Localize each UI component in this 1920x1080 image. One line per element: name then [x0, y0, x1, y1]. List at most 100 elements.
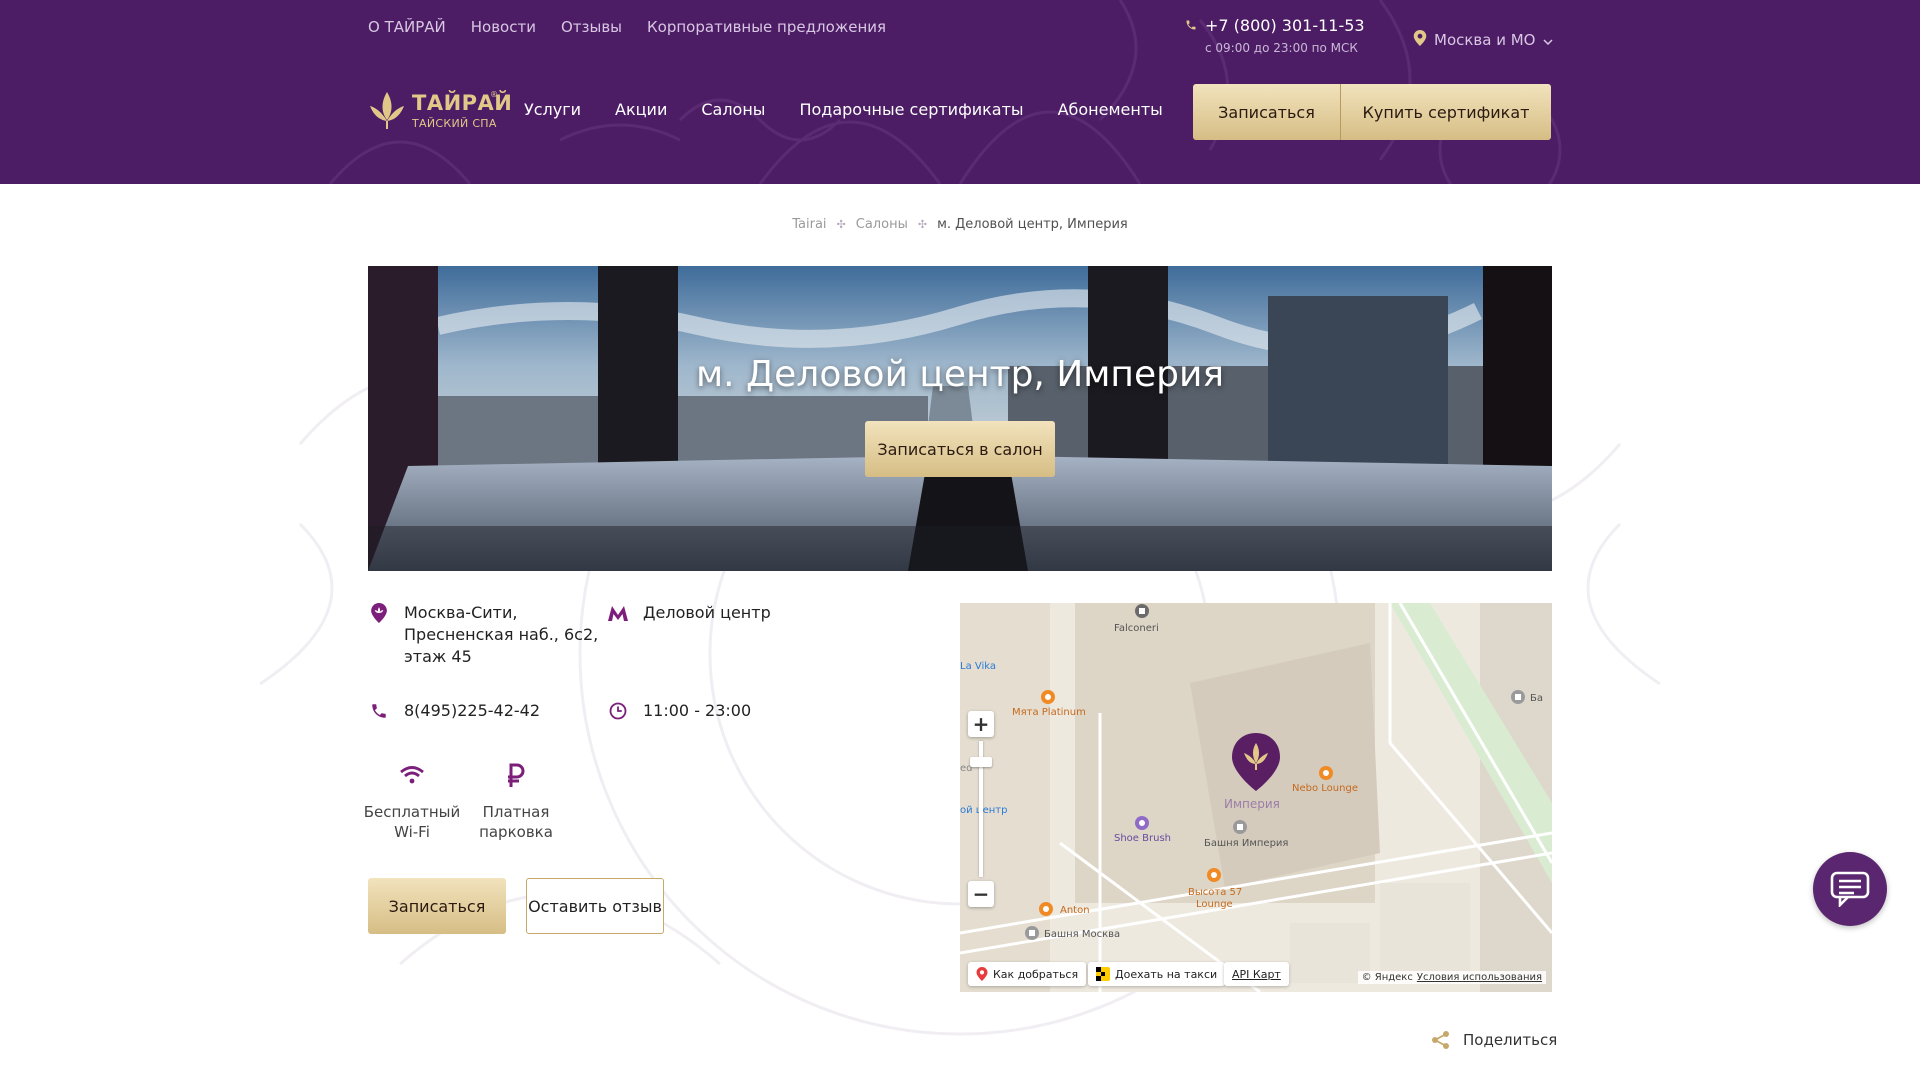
address-line-3: этаж 45: [404, 647, 472, 666]
lotus-separator-icon: ✣: [917, 218, 928, 231]
address-line-1: Москва-Сити,: [404, 603, 518, 622]
metro-icon: [607, 602, 629, 624]
map-zoom-out-button[interactable]: −: [968, 881, 994, 907]
feature-parking-line-2: парковка: [479, 823, 553, 841]
ruble-icon: [466, 762, 566, 788]
salon-metro: Деловой центр: [607, 602, 771, 624]
main-nav-salons[interactable]: Салоны: [701, 100, 765, 119]
main-nav-subscriptions[interactable]: Абонементы: [1058, 100, 1163, 119]
location-pin-icon: [1413, 30, 1427, 50]
map-label-lavika: La Vika: [960, 661, 997, 672]
map-zoom-handle[interactable]: [970, 757, 992, 767]
salon-phone-link[interactable]: 8(495)225-42-42: [404, 700, 540, 722]
book-salon-button[interactable]: Записаться в салон: [865, 421, 1055, 477]
map-label-vysota57: Высота 57: [1188, 887, 1243, 898]
region-label: Москва и МО: [1434, 31, 1536, 49]
site-logo[interactable]: ТАЙРАЙ ТАЙСКИЙ СПА ®: [368, 88, 512, 134]
metro-station: Деловой центр: [643, 603, 771, 622]
feature-wifi: Бесплатный Wi-Fi: [360, 762, 464, 842]
main-nav-services[interactable]: Услуги: [524, 100, 581, 119]
main-nav-promos[interactable]: Акции: [615, 100, 667, 119]
header-ornament: [328, 0, 1562, 184]
feature-wifi-line-1: Бесплатный: [363, 803, 461, 821]
map-label-lounge: Lounge: [1196, 899, 1233, 910]
logo-subtitle: ТАЙСКИЙ СПА: [412, 117, 497, 130]
region-selector[interactable]: Москва и МО: [1413, 30, 1553, 50]
feature-parking: Платная парковка: [466, 762, 566, 842]
taxi-icon: [1096, 967, 1110, 981]
salon-hero: м. Деловой центр, Империя Записаться в с…: [368, 266, 1552, 571]
header-book-button[interactable]: Записаться: [1193, 84, 1341, 140]
hero-title: м. Деловой центр, Империя: [695, 354, 1224, 395]
chevron-down-icon: [1542, 31, 1553, 49]
share-label: Поделиться: [1463, 1031, 1558, 1049]
book-button[interactable]: Записаться: [368, 878, 506, 934]
header-phone-block: +7 (800) 301-11-53 с 09:00 до 23:00 по М…: [1185, 16, 1365, 55]
map-copyright-text: © Яндекс: [1361, 972, 1413, 983]
poi-restaurant-icon: [1207, 868, 1221, 882]
header-phone-link[interactable]: +7 (800) 301-11-53: [1205, 16, 1365, 35]
top-nav-about[interactable]: О ТАЙРАЙ: [368, 18, 446, 36]
phone-icon: [1185, 16, 1197, 35]
buy-certificate-button[interactable]: Купить сертификат: [1341, 84, 1551, 140]
yandex-map[interactable]: Falconeri La Vika Мята Platinum Империя …: [960, 603, 1552, 992]
map-label-shoebrush: Shoe Brush: [1114, 833, 1171, 844]
map-zoom-in-button[interactable]: +: [968, 711, 994, 737]
map-label-falconeri: Falconeri: [1114, 623, 1159, 634]
lotus-separator-icon: ✣: [836, 218, 846, 231]
main-nav: Услуги Акции Салоны Подарочные сертифика…: [524, 100, 1163, 119]
map-zoom-control: + −: [968, 711, 994, 907]
map-label-ba: Ба: [1530, 693, 1543, 704]
map-label-tower-moskva: Башня Москва: [1044, 929, 1121, 940]
map-label-nebo: Nebo Lounge: [1292, 783, 1358, 794]
map-taxi-label: Доехать на такси: [1115, 967, 1218, 981]
map-route-label: Как добраться: [993, 967, 1079, 981]
poi-building-icon: [1025, 926, 1039, 940]
map-label-tower-imperia: Башня Империя: [1204, 838, 1289, 849]
leave-review-button[interactable]: Оставить отзыв: [526, 878, 664, 934]
breadcrumb: Tairai ✣ Салоны ✣ м. Деловой центр, Импе…: [0, 217, 1920, 232]
address-line-2: Пресненская наб., 6с2,: [404, 625, 599, 644]
top-nav-corporate[interactable]: Корпоративные предложения: [647, 18, 886, 36]
top-nav-news[interactable]: Новости: [471, 18, 536, 36]
map-taxi-button[interactable]: Доехать на такси: [1088, 962, 1226, 986]
poi-shop-icon: [1135, 816, 1149, 830]
breadcrumb-home[interactable]: Tairai: [792, 217, 826, 232]
main-nav-gift-certificates[interactable]: Подарочные сертификаты: [799, 100, 1023, 119]
map-route-button[interactable]: Как добраться: [968, 962, 1087, 986]
phone-hours: с 09:00 до 23:00 по МСК: [1205, 41, 1358, 55]
chat-icon: [1830, 871, 1870, 907]
salon-map-pin-icon[interactable]: [1230, 731, 1282, 793]
site-header: О ТАЙРАЙ Новости Отзывы Корпоративные пр…: [0, 0, 1920, 184]
clock-icon: [607, 700, 629, 722]
phone-icon: [368, 700, 390, 722]
top-nav-reviews[interactable]: Отзывы: [561, 18, 622, 36]
poi-restaurant-icon: [1039, 902, 1053, 916]
poi-building-icon: [1511, 690, 1525, 704]
feature-parking-line-1: Платная: [482, 803, 550, 821]
salon-address: Москва-Сити, Пресненская наб., 6с2, этаж…: [368, 602, 598, 668]
map-label-myata: Мята Platinum: [1012, 707, 1086, 718]
map-label-imperia: Империя: [1224, 797, 1280, 811]
lotus-logo-icon: [368, 88, 406, 134]
logo-registered-mark: ®: [490, 90, 498, 99]
map-copyright: © Яндекс Условия использования: [1357, 971, 1546, 984]
salon-phone: 8(495)225-42-42: [368, 700, 540, 722]
map-terms-link[interactable]: Условия использования: [1417, 972, 1542, 983]
share-icon: [1432, 1031, 1449, 1049]
header-buttons: Записаться Купить сертификат: [1193, 84, 1551, 140]
route-pin-icon: [976, 967, 988, 981]
chat-widget-button[interactable]: [1813, 852, 1887, 926]
breadcrumb-current: м. Деловой центр, Империя: [937, 217, 1128, 232]
share-button[interactable]: Поделиться: [1431, 1030, 1557, 1050]
top-nav: О ТАЙРАЙ Новости Отзывы Корпоративные пр…: [368, 18, 886, 36]
location-pin-icon: [368, 602, 390, 624]
wifi-icon: [360, 762, 464, 788]
breadcrumb-salons[interactable]: Салоны: [856, 217, 908, 232]
poi-restaurant-icon: [1041, 690, 1055, 704]
map-api-link[interactable]: API Карт: [1224, 962, 1289, 986]
working-hours: 11:00 - 23:00: [643, 701, 752, 720]
map-label-anton: Anton: [1060, 905, 1090, 916]
hero-photo: [368, 266, 1552, 571]
poi-building-icon: [1233, 820, 1247, 834]
